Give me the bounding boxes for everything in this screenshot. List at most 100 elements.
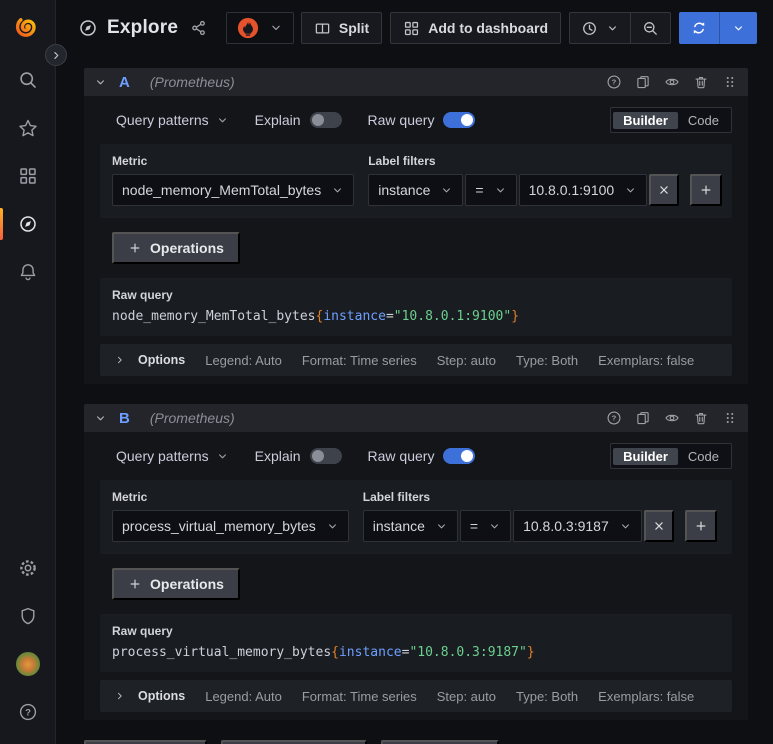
query-editor-toolbar: Query patterns Explain Raw query Builder… xyxy=(100,440,732,472)
refresh-button[interactable] xyxy=(679,12,719,44)
operations-button[interactable]: Operations xyxy=(112,568,240,600)
time-range-picker[interactable] xyxy=(570,13,630,43)
query-editor-body: Query patterns Explain Raw query Builder… xyxy=(84,96,748,384)
label-filters-field: Label filters instance = 10.8. xyxy=(368,154,723,206)
add-query-button[interactable]: Add query xyxy=(84,740,208,744)
profile-avatar[interactable] xyxy=(16,652,40,676)
plus-icon xyxy=(128,241,142,255)
grafana-logo-icon[interactable] xyxy=(14,13,42,41)
explain-toggle[interactable] xyxy=(309,448,342,464)
code-mode-option[interactable]: Code xyxy=(678,112,729,129)
raw-query-section: Raw query process_virtual_memory_bytes{i… xyxy=(100,614,732,672)
metric-select[interactable]: process_virtual_memory_bytes xyxy=(112,510,349,542)
remove-query-trash-icon[interactable] xyxy=(693,410,709,426)
filter-value: 10.8.0.3:9187 xyxy=(523,518,609,534)
raw-query-toggle[interactable] xyxy=(443,448,476,464)
options-row[interactable]: Options Legend: Auto Format: Time series… xyxy=(100,344,732,376)
explore-compass-icon xyxy=(78,18,98,38)
zoom-out-button[interactable] xyxy=(631,13,670,43)
toggle-visibility-eye-icon[interactable] xyxy=(664,74,680,90)
query-help-icon[interactable] xyxy=(606,74,622,90)
filter-label-select[interactable]: instance xyxy=(368,174,464,206)
filter-value-select[interactable]: 10.8.0.3:9187 xyxy=(513,510,642,542)
datasource-picker[interactable] xyxy=(226,12,295,44)
collapse-chevron-icon[interactable] xyxy=(94,76,107,89)
filter-operator-chevron-icon xyxy=(494,184,507,197)
operations-button[interactable]: Operations xyxy=(112,232,240,264)
admin-shield-icon[interactable] xyxy=(16,604,40,628)
toggle-visibility-eye-icon[interactable] xyxy=(664,410,680,426)
filter-value: 10.8.0.1:9100 xyxy=(528,182,615,198)
filter-value-chevron-icon xyxy=(619,520,632,533)
options-title: Options xyxy=(138,689,186,703)
options-row[interactable]: Options Legend: Auto Format: Time series… xyxy=(100,680,732,712)
active-section-indicator xyxy=(0,208,3,240)
filter-operator-select[interactable]: = xyxy=(465,174,517,206)
explore-icon[interactable] xyxy=(16,212,40,236)
metric-label: Metric xyxy=(112,154,148,168)
query-patterns-label: Query patterns xyxy=(116,112,209,128)
builder-mode-option[interactable]: Builder xyxy=(613,111,678,129)
alerting-bell-icon[interactable] xyxy=(16,260,40,284)
duplicate-query-icon[interactable] xyxy=(635,74,651,90)
split-button[interactable]: Split xyxy=(300,12,383,44)
search-icon[interactable] xyxy=(16,68,40,92)
sidebar-expand-button[interactable] xyxy=(45,44,67,66)
filter-label-value: instance xyxy=(372,518,425,534)
drag-handle-grip-icon[interactable] xyxy=(722,410,738,426)
duplicate-query-icon[interactable] xyxy=(635,410,651,426)
refresh-interval-dropdown[interactable] xyxy=(720,12,757,44)
add-to-dashboard-button[interactable]: Add to dashboard xyxy=(390,12,561,44)
inspector-button[interactable]: Inspector xyxy=(381,740,500,744)
options-format: Format: Time series xyxy=(301,352,417,368)
code-string: "10.8.0.3:9187" xyxy=(409,645,527,660)
label-filters-field: Label filters instance = 10.8. xyxy=(362,490,717,542)
filter-value-select[interactable]: 10.8.0.1:9100 xyxy=(518,174,648,206)
options-format: Format: Time series xyxy=(301,688,417,704)
add-to-dashboard-label: Add to dashboard xyxy=(428,20,548,36)
help-icon[interactable] xyxy=(16,700,40,724)
explain-label: Explain xyxy=(254,448,301,464)
raw-query-title: Raw query xyxy=(112,288,173,302)
page-title: Explore xyxy=(107,17,179,38)
editor-mode-switch: Builder Code xyxy=(610,107,732,133)
starred-icon[interactable] xyxy=(16,116,40,140)
metric-value: process_virtual_memory_bytes xyxy=(122,518,316,534)
options-title: Options xyxy=(138,353,186,367)
code-mode-option[interactable]: Code xyxy=(678,448,729,465)
collapse-chevron-icon[interactable] xyxy=(94,412,107,425)
settings-gear-icon[interactable] xyxy=(16,556,40,580)
raw-query-toggle[interactable] xyxy=(443,112,476,128)
add-filter-button[interactable] xyxy=(684,510,717,542)
drag-handle-grip-icon[interactable] xyxy=(722,74,738,90)
code-equals: = xyxy=(385,309,394,324)
remove-filter-button[interactable] xyxy=(643,510,674,542)
filter-operator-value: = xyxy=(469,518,479,534)
query-patterns-dropdown[interactable]: Query patterns xyxy=(116,448,229,464)
remove-query-trash-icon[interactable] xyxy=(693,74,709,90)
filter-operator-select[interactable]: = xyxy=(459,510,512,542)
filter-label-select[interactable]: instance xyxy=(362,510,458,542)
query-builder-section: Metric process_virtual_memory_bytes Labe… xyxy=(100,480,732,554)
options-type: Type: Both xyxy=(516,688,579,704)
raw-query-code: node_memory_MemTotal_bytes{instance="10.… xyxy=(112,309,720,324)
builder-mode-option[interactable]: Builder xyxy=(613,447,678,465)
prometheus-logo-icon xyxy=(237,17,259,39)
remove-filter-button[interactable] xyxy=(649,174,680,206)
query-history-button[interactable]: Query history xyxy=(221,740,368,744)
query-editor-body: Query patterns Explain Raw query Builder… xyxy=(84,432,748,720)
options-legend: Legend: Auto xyxy=(205,352,282,368)
query-patterns-dropdown[interactable]: Query patterns xyxy=(116,112,229,128)
editor-mode-switch: Builder Code xyxy=(610,443,732,469)
metric-select[interactable]: node_memory_MemTotal_bytes xyxy=(112,174,355,206)
query-help-icon[interactable] xyxy=(606,410,622,426)
add-filter-button[interactable] xyxy=(690,174,723,206)
options-chevron-icon xyxy=(114,354,126,366)
query-header: A (Prometheus) xyxy=(84,68,748,96)
metric-label: Metric xyxy=(112,490,148,504)
query-editor-toolbar: Query patterns Explain Raw query Builder… xyxy=(100,104,732,136)
dashboards-icon[interactable] xyxy=(16,164,40,188)
share-icon[interactable] xyxy=(190,19,208,37)
metric-field: Metric process_virtual_memory_bytes xyxy=(112,490,349,542)
explain-toggle[interactable] xyxy=(309,112,342,128)
